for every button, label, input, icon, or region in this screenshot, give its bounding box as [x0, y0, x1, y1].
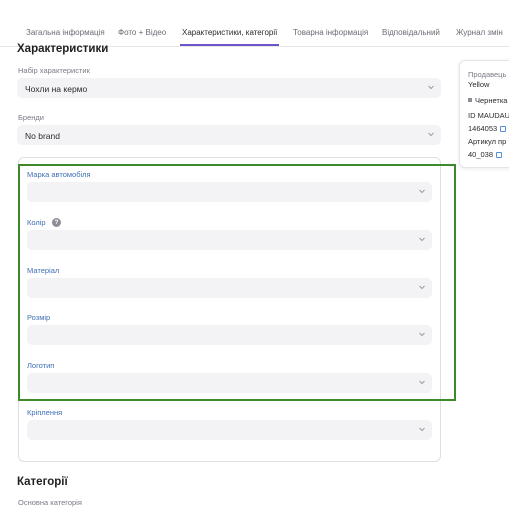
brands-label: Бренди: [18, 113, 44, 122]
id-label: ID MAUDAU: [468, 111, 509, 120]
product-info-panel: Продавець Yellow Чернетка ID MAUDAU 1464…: [459, 60, 509, 168]
main-category-label: Основна категорія: [18, 498, 82, 507]
tab-photo-video[interactable]: Фото + Відео: [118, 28, 166, 37]
tab-characteristics-categories[interactable]: Характеристики, категорії: [182, 28, 277, 37]
article-label: Артикул пр: [468, 137, 507, 146]
brands-value: No brand: [25, 131, 60, 141]
seller-label: Продавець: [468, 70, 507, 79]
characteristics-title: Характеристики: [17, 43, 109, 55]
tab-change-log[interactable]: Журнал змін: [456, 28, 503, 37]
categories-title: Категорії: [17, 476, 68, 488]
article-value: 40_038: [468, 150, 494, 159]
chevron-down-icon: [418, 425, 426, 433]
characteristic-set-select[interactable]: Чохли на кермо: [17, 78, 441, 98]
active-tab-indicator: [180, 44, 279, 46]
tab-general-info[interactable]: Загальна інформація: [26, 28, 105, 37]
tab-product-info[interactable]: Товарна інформація: [293, 28, 368, 37]
mounting-select[interactable]: [27, 420, 432, 440]
characteristic-set-label: Набір характеристик: [18, 66, 90, 75]
seller-value: Yellow: [468, 80, 490, 89]
chevron-down-icon: [427, 83, 435, 91]
status-badge: Чернетка: [468, 96, 507, 105]
brands-select[interactable]: No brand: [17, 125, 441, 145]
highlight-box: [18, 164, 456, 401]
id-row: 1464053: [468, 124, 507, 133]
chevron-down-icon: [427, 130, 435, 138]
field-label-mounting: Кріплення: [27, 408, 63, 417]
id-value: 1464053: [468, 124, 498, 133]
article-row: 40_038: [468, 150, 503, 159]
copy-icon[interactable]: [496, 152, 503, 158]
status-dot-icon: [468, 98, 472, 102]
tab-responsible[interactable]: Відповідальний: [382, 28, 440, 37]
copy-icon[interactable]: [500, 126, 507, 132]
status-text: Чернетка: [475, 96, 508, 105]
characteristic-set-value: Чохли на кермо: [25, 84, 88, 94]
